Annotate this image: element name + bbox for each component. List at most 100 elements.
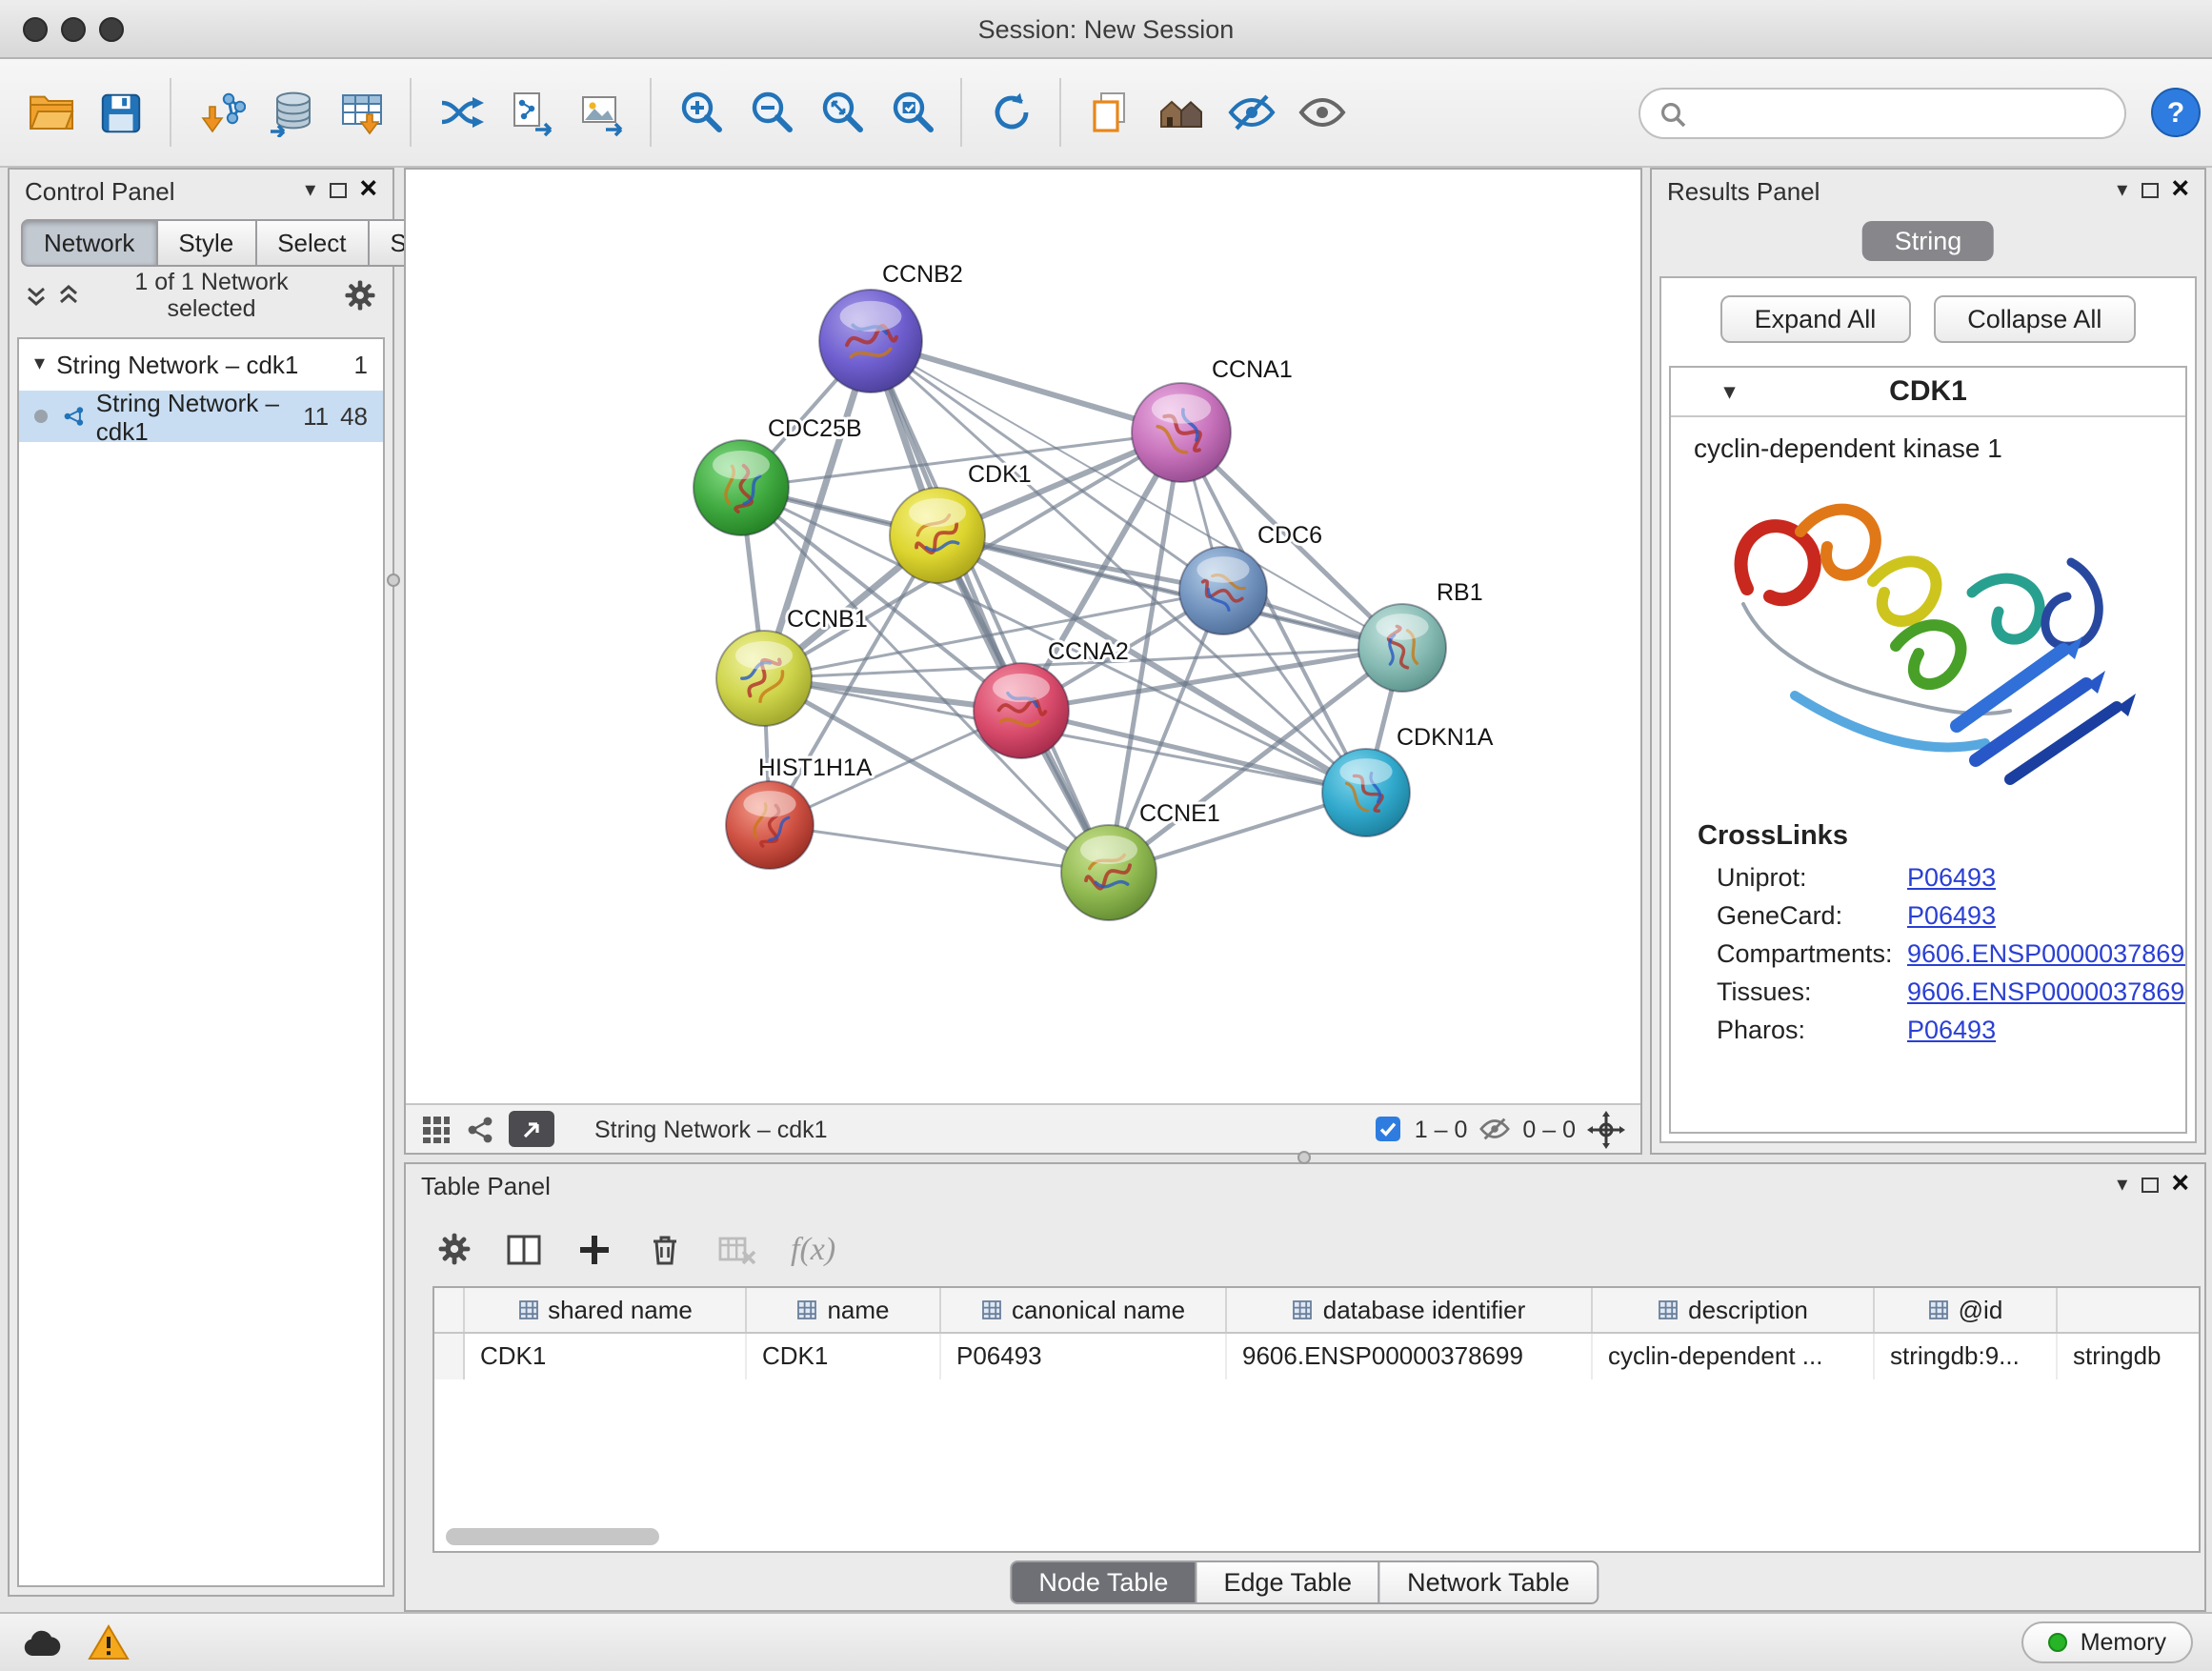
show-all-button[interactable] (1286, 72, 1357, 152)
export-table-button[interactable] (495, 72, 566, 152)
crosslink-uniprot-link[interactable]: P06493 (1907, 862, 1996, 891)
protein-section-header[interactable]: ▾ CDK1 (1671, 368, 2185, 417)
hidden-eye-icon[interactable] (1478, 1115, 1511, 1143)
tab-select[interactable]: Select (254, 219, 369, 267)
table-row[interactable]: CDK1 CDK1 P06493 9606.ENSP00000378699 cy… (434, 1334, 2199, 1379)
cell-shared-name[interactable]: CDK1 (465, 1334, 747, 1379)
open-session-button[interactable] (15, 72, 86, 152)
results-panel-title: Results Panel (1667, 176, 1820, 205)
close-panel-icon[interactable]: × (2171, 1170, 2189, 1200)
add-column-icon[interactable] (575, 1230, 613, 1268)
cell-canonical-name[interactable]: P06493 (941, 1334, 1227, 1379)
cell-database-identifier[interactable]: 9606.ENSP00000378699 (1227, 1334, 1593, 1379)
zoom-fit-button[interactable] (806, 72, 876, 152)
string-network-icon (63, 402, 85, 431)
refresh-view-button[interactable] (975, 72, 1046, 152)
gear-icon[interactable] (343, 278, 377, 312)
network-node-hist1h1a[interactable]: HIST1H1A (726, 755, 873, 869)
cell-id[interactable]: stringdb:9... (1875, 1334, 2058, 1379)
string-tab[interactable]: String (1862, 221, 1995, 261)
tree-caret-icon[interactable]: ▾ (34, 354, 45, 375)
import-network-database-button[interactable] (255, 72, 326, 152)
column-header-id[interactable]: @id (1875, 1288, 2058, 1332)
network-node-rb1[interactable]: RB1 (1358, 579, 1483, 692)
close-panel-icon[interactable]: × (359, 175, 377, 206)
grid-view-icon[interactable] (421, 1114, 452, 1144)
collapse-all-button[interactable]: Collapse All (1933, 295, 2136, 343)
crosslink-genecard-link[interactable]: P06493 (1907, 900, 1996, 929)
zoom-selected-icon (887, 88, 936, 137)
horizontal-splitter-handle[interactable] (1297, 1151, 1311, 1164)
export-image-button[interactable] (566, 72, 636, 152)
cell-name[interactable]: CDK1 (747, 1334, 941, 1379)
birdseye-view-icon[interactable] (465, 1114, 495, 1144)
tab-edge-table[interactable]: Edge Table (1195, 1560, 1380, 1604)
duplicate-network-button[interactable] (1075, 72, 1145, 152)
column-header-canonical-name[interactable]: canonical name (941, 1288, 1227, 1332)
network-edge[interactable] (871, 341, 1109, 873)
network-node-cdk1[interactable]: CDK1 (890, 461, 1032, 583)
network-edge[interactable] (1021, 711, 1366, 793)
home-button[interactable] (1145, 72, 1216, 152)
search-input[interactable] (1698, 99, 2105, 128)
close-panel-icon[interactable]: × (2171, 175, 2189, 206)
horizontal-scrollbar[interactable] (446, 1528, 659, 1545)
hide-selected-button[interactable] (1216, 72, 1286, 152)
cell-namespace[interactable]: stringdb (2058, 1334, 2201, 1379)
network-node-ccnb1[interactable]: CCNB1 (716, 606, 868, 726)
column-header-shared-name[interactable]: shared name (465, 1288, 747, 1332)
selected-checkbox-icon[interactable] (1375, 1115, 1403, 1143)
expand-all-button[interactable]: Expand All (1720, 295, 1911, 343)
float-panel-icon[interactable] (2141, 1178, 2158, 1193)
save-session-button[interactable] (86, 72, 156, 152)
help-button[interactable]: ? (2149, 86, 2202, 139)
panel-menu-icon[interactable]: ▾ (305, 180, 315, 201)
zoom-out-button[interactable] (735, 72, 806, 152)
column-header-description[interactable]: description (1593, 1288, 1875, 1332)
export-view-button[interactable] (509, 1111, 554, 1147)
panel-menu-icon[interactable]: ▾ (2117, 180, 2127, 201)
network-view[interactable]: CCNB2CCNA1CDC25BCDK1CDC6RB1CCNB1CCNA2CDK… (404, 168, 1642, 1155)
warning-icon[interactable] (88, 1623, 130, 1661)
network-node-ccna1[interactable]: CCNA1 (1132, 356, 1293, 482)
expand-all-icon[interactable] (57, 284, 80, 307)
vertical-splitter-handle[interactable] (387, 574, 400, 587)
tab-network-table[interactable]: Network Table (1378, 1560, 1599, 1604)
network-node-ccnb2[interactable]: CCNB2 (819, 261, 963, 393)
show-columns-icon[interactable] (505, 1230, 543, 1268)
toolbar-separator (170, 78, 171, 147)
tab-style[interactable]: Style (155, 219, 256, 267)
network-row-selected[interactable]: String Network – cdk1 11 48 (19, 391, 383, 442)
collapse-all-icon[interactable] (25, 284, 48, 307)
network-collection-row[interactable]: ▾ String Network – cdk1 1 (19, 339, 383, 391)
import-network-file-button[interactable] (185, 72, 255, 152)
column-header-database-identifier[interactable]: database identifier (1227, 1288, 1593, 1332)
panel-menu-icon[interactable]: ▾ (2117, 1175, 2127, 1196)
network-node-cdc6[interactable]: CDC6 (1179, 522, 1322, 634)
table-settings-gear-icon[interactable] (436, 1231, 473, 1267)
crosslink-compartments-link[interactable]: 9606.ENSP00000378699 (1907, 938, 2187, 967)
search-box[interactable] (1639, 88, 2126, 139)
export-network-button[interactable] (425, 72, 495, 152)
import-table-button[interactable] (326, 72, 396, 152)
zoom-in-button[interactable] (665, 72, 735, 152)
memory-button[interactable]: Memory (2021, 1621, 2193, 1663)
delete-column-icon[interactable] (646, 1230, 684, 1268)
crosslink-tissues-link[interactable]: 9606.ENSP00000378699 (1907, 976, 2187, 1005)
column-header-namespace[interactable]: namespace (2058, 1288, 2201, 1332)
column-header-name[interactable]: name (747, 1288, 941, 1332)
eye-slash-icon (1226, 88, 1276, 137)
network-graph[interactable]: CCNB2CCNA1CDC25BCDK1CDC6RB1CCNB1CCNA2CDK… (406, 170, 1644, 1107)
cloud-icon[interactable] (19, 1623, 65, 1661)
section-caret-icon[interactable]: ▾ (1724, 383, 1735, 404)
zoom-selected-button[interactable] (876, 72, 947, 152)
float-panel-icon[interactable] (2141, 183, 2158, 198)
float-panel-icon[interactable] (329, 183, 346, 198)
network-edge[interactable] (770, 825, 1109, 873)
tab-network[interactable]: Network (21, 219, 157, 267)
crosslink-pharos-link[interactable]: P06493 (1907, 1015, 1996, 1043)
tab-node-table[interactable]: Node Table (1010, 1560, 1196, 1604)
fit-crosshair-icon[interactable] (1587, 1110, 1625, 1148)
network-node-cdkn1a[interactable]: CDKN1A (1322, 724, 1494, 836)
cell-description[interactable]: cyclin-dependent ... (1593, 1334, 1875, 1379)
